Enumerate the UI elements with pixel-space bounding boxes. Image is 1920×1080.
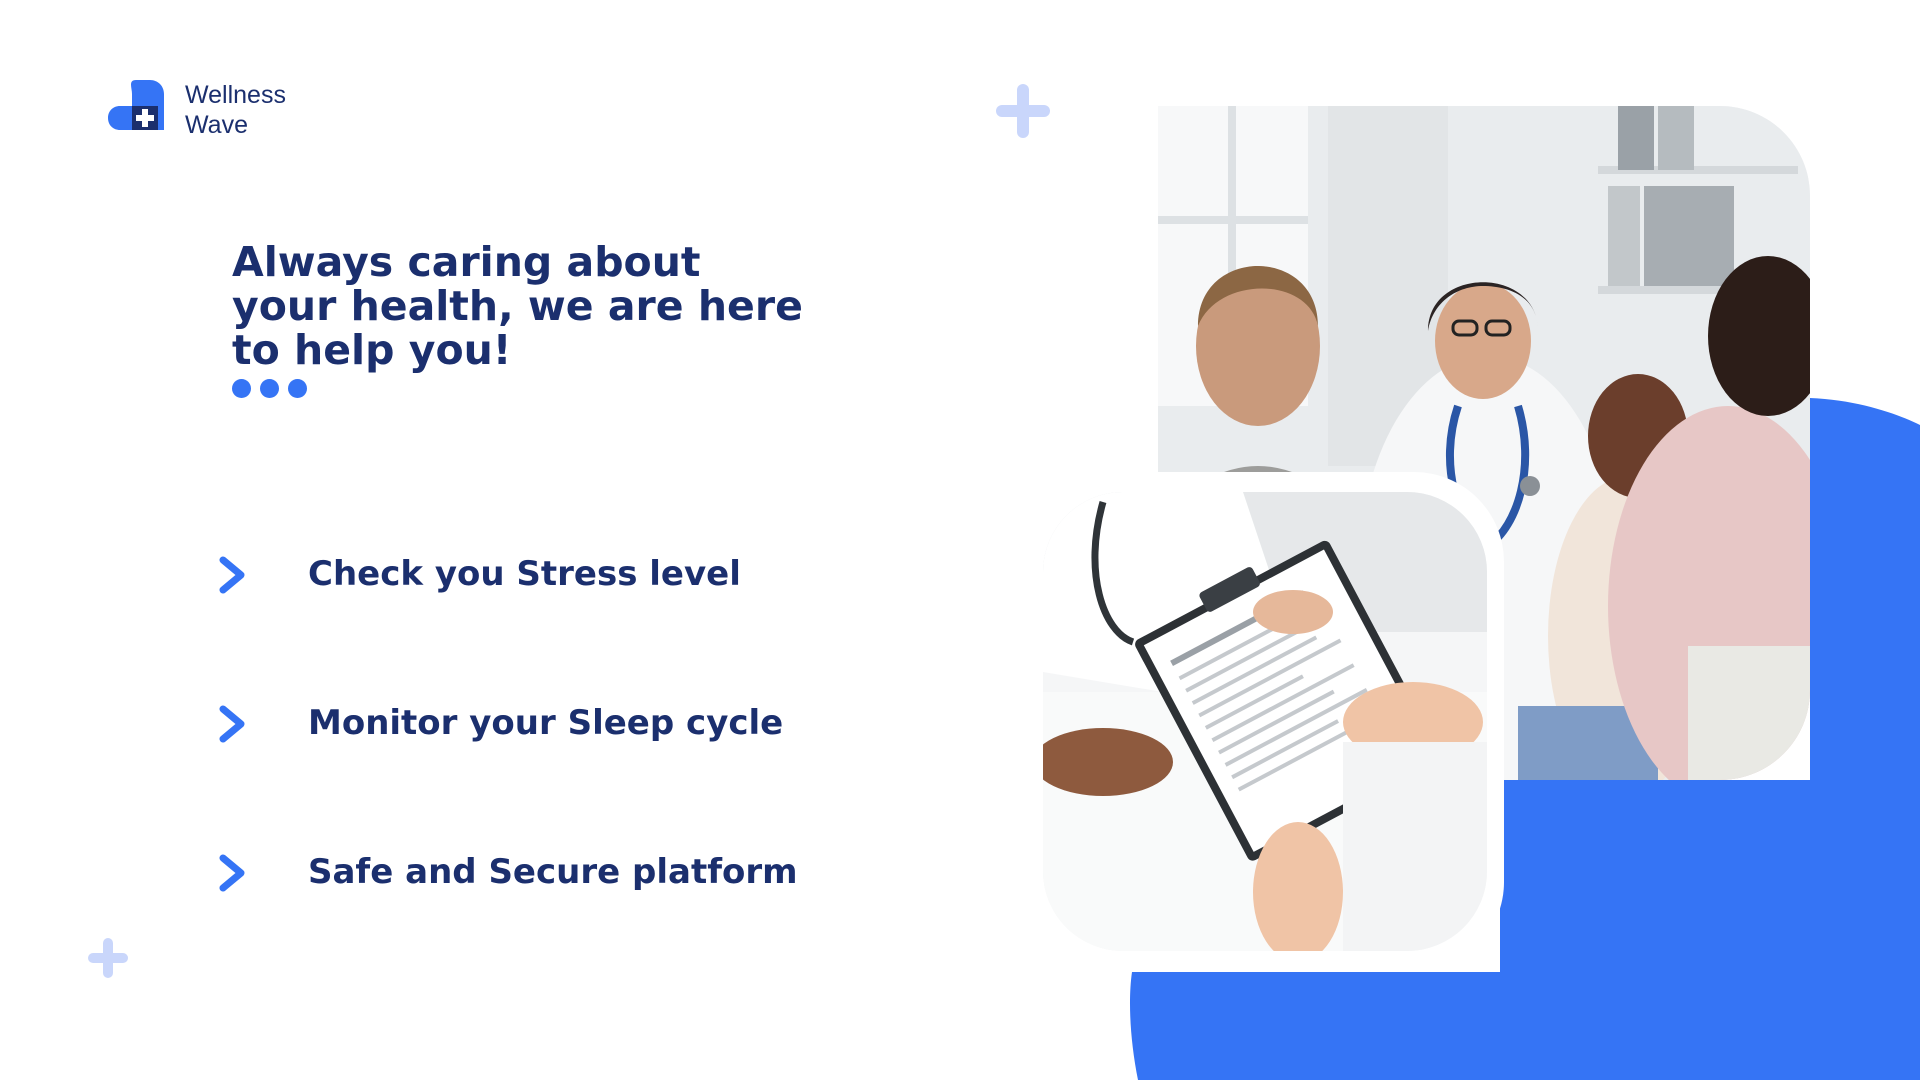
feature-item-stress[interactable]: Check you Stress level [215, 540, 835, 610]
heart-plus-icon [108, 80, 164, 130]
feature-label: Monitor your Sleep cycle [308, 703, 784, 743]
hero-headline: Always caring about your health, we are … [232, 238, 803, 374]
feature-label: Safe and Secure platform [308, 852, 798, 892]
feature-item-sleep[interactable]: Monitor your Sleep cycle [215, 689, 835, 759]
chevron-right-icon [219, 854, 245, 892]
pagination-dots [232, 379, 312, 399]
brand-name: Wellness Wave [185, 80, 286, 140]
dot [260, 379, 279, 398]
feature-item-security[interactable]: Safe and Secure platform [215, 838, 835, 908]
health-check-clipboard-photo [1043, 492, 1487, 951]
dot [232, 379, 251, 398]
plus-icon [88, 938, 128, 978]
brand-name-line1: Wellness [185, 81, 286, 109]
feature-label: Check you Stress level [308, 554, 741, 594]
plus-icon [996, 84, 1050, 138]
dot [288, 379, 307, 398]
brand-logo[interactable]: Wellness Wave [108, 80, 328, 140]
brand-name-line2: Wave [185, 111, 248, 139]
chevron-right-icon [219, 556, 245, 594]
chevron-right-icon [219, 705, 245, 743]
